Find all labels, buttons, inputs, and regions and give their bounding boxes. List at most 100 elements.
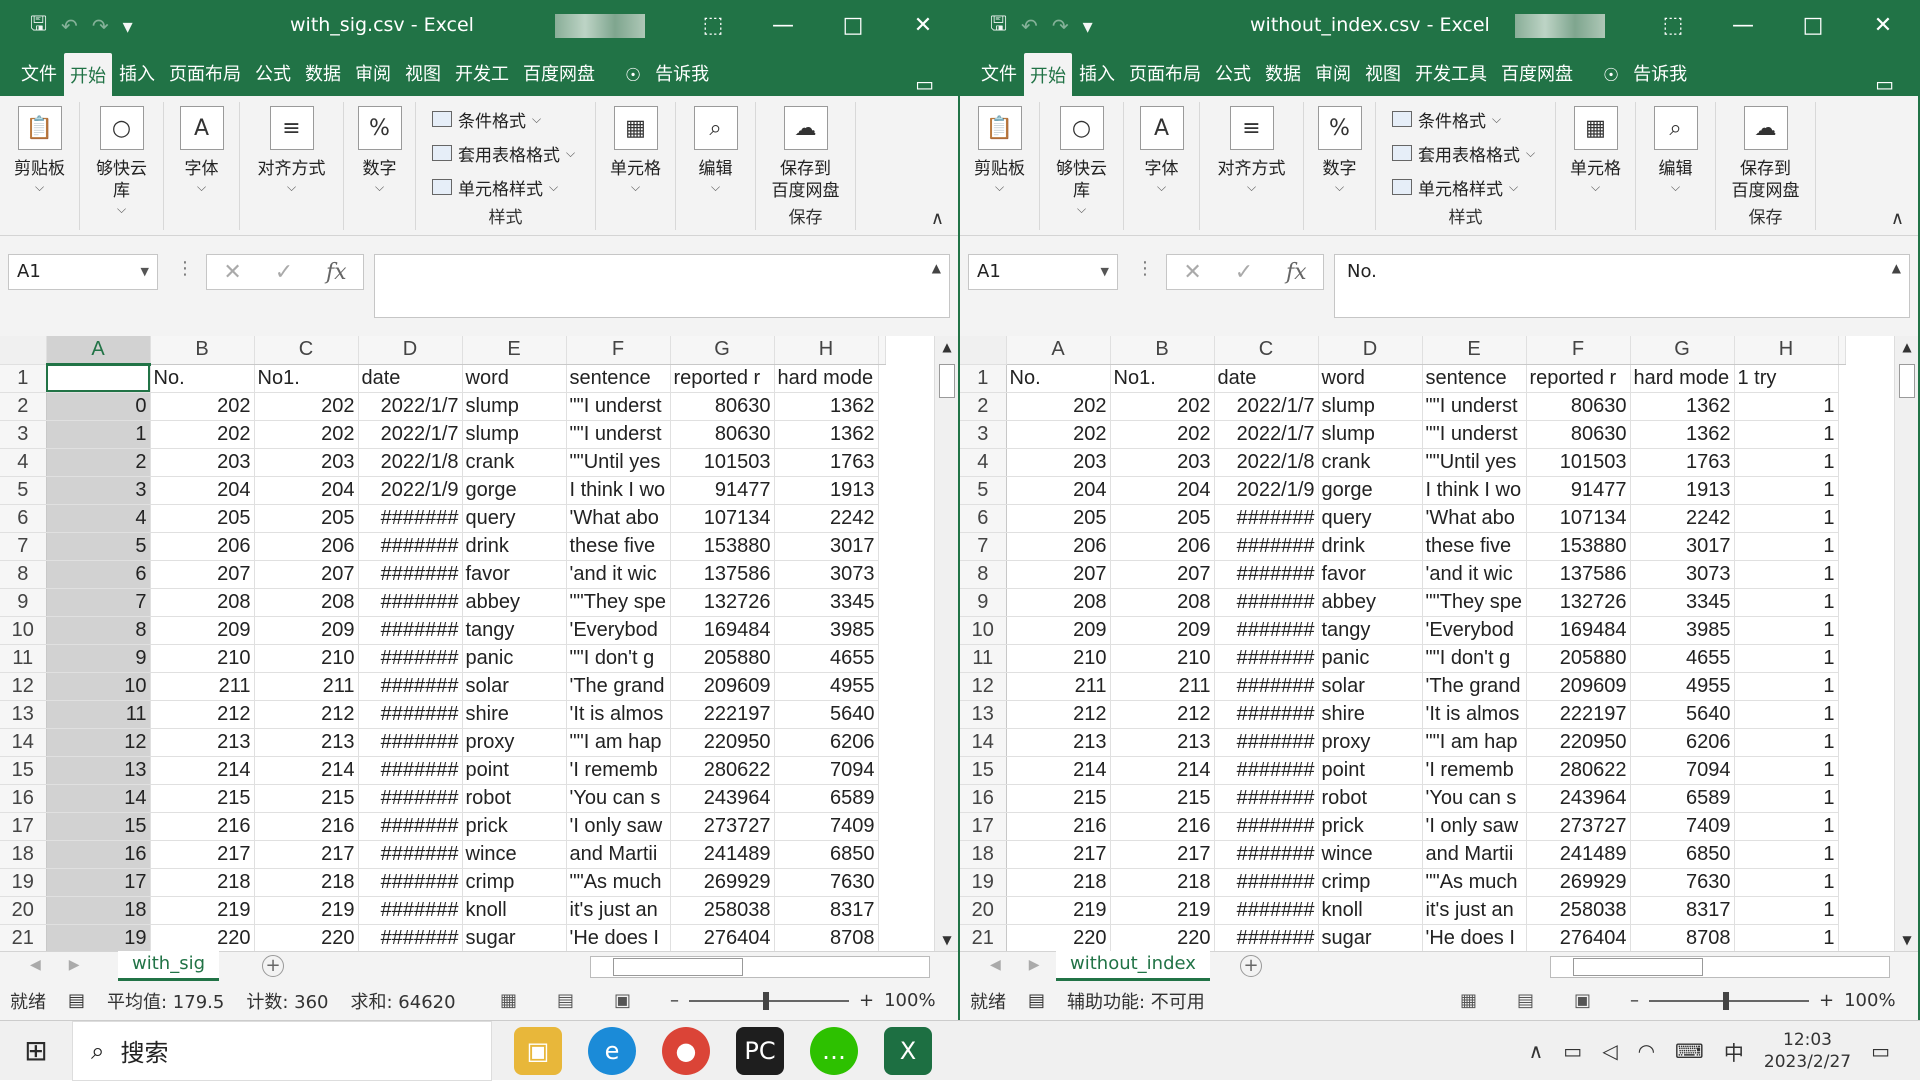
data-cell[interactable]: #######	[358, 784, 463, 813]
data-cell[interactable]: 1	[1734, 868, 1839, 897]
normal-view-icon[interactable]: ▦	[1460, 990, 1477, 1011]
editing[interactable]: ⌕ 编辑 ⌵	[676, 102, 756, 230]
index-cell[interactable]: 6	[46, 560, 151, 589]
tab-5[interactable]: 数据	[1258, 60, 1308, 96]
keyboard-icon[interactable]: ⌨	[1675, 1039, 1704, 1063]
index-cell[interactable]: 13	[46, 756, 151, 785]
row-header[interactable]: 6	[0, 504, 47, 533]
data-cell[interactable]: ""I underst	[1422, 392, 1527, 421]
data-cell[interactable]: I think I wo	[1422, 476, 1527, 505]
data-cell[interactable]: 222197	[670, 700, 775, 729]
data-cell[interactable]: 1	[1734, 924, 1839, 953]
data-cell[interactable]: #######	[1214, 756, 1319, 785]
alignment[interactable]: ≡ 对齐方式 ⌵	[1200, 102, 1304, 230]
data-cell[interactable]: 203	[150, 448, 255, 477]
clipboard[interactable]: 📋 剪贴板 ⌵	[0, 102, 80, 230]
data-cell[interactable]: 153880	[1526, 532, 1631, 561]
ime-indicator[interactable]: 中	[1724, 1037, 1744, 1066]
row-header[interactable]: 20	[0, 896, 47, 925]
data-cell[interactable]: 212	[254, 700, 359, 729]
data-cell[interactable]: 209	[1006, 616, 1111, 645]
data-cell[interactable]: 1	[1734, 812, 1839, 841]
data-cell[interactable]: #######	[358, 868, 463, 897]
header-cell[interactable]: No1.	[254, 364, 359, 393]
column-header-I[interactable]	[1838, 336, 1846, 365]
data-cell[interactable]: 217	[1110, 840, 1215, 869]
data-cell[interactable]: 217	[150, 840, 255, 869]
confirm-icon[interactable]: ✓	[1235, 260, 1253, 285]
zoom-in-icon[interactable]: +	[859, 990, 874, 1011]
row-header[interactable]: 6	[960, 504, 1007, 533]
name-box[interactable]: A1 ▼	[8, 254, 158, 290]
data-cell[interactable]: 1	[1734, 392, 1839, 421]
data-cell[interactable]: 6589	[774, 784, 879, 813]
cancel-icon[interactable]: ✕	[223, 260, 241, 285]
header-cell[interactable]: No.	[1006, 364, 1111, 393]
data-cell[interactable]: 7094	[1630, 756, 1735, 785]
vertical-scrollbar[interactable]: ▲ ▼	[1894, 336, 1918, 951]
data-cell[interactable]: 217	[254, 840, 359, 869]
data-cell[interactable]: 205880	[1526, 644, 1631, 673]
data-cell[interactable]: 'Everybod	[566, 616, 671, 645]
data-cell[interactable]: 8708	[1630, 924, 1735, 953]
data-cell[interactable]: 218	[1110, 868, 1215, 897]
data-cell[interactable]: ""Until yes	[566, 448, 671, 477]
column-header-G[interactable]: G	[1630, 336, 1735, 365]
data-cell[interactable]: 208	[1006, 588, 1111, 617]
data-cell[interactable]: 241489	[670, 840, 775, 869]
data-cell[interactable]: 205	[150, 504, 255, 533]
header-cell[interactable]: No.	[150, 364, 255, 393]
zoom-thumb[interactable]	[763, 991, 769, 1010]
data-cell[interactable]: 215	[150, 784, 255, 813]
column-header-G[interactable]: G	[670, 336, 775, 365]
data-cell[interactable]: 273727	[670, 812, 775, 841]
data-cell[interactable]: 204	[254, 476, 359, 505]
data-cell[interactable]: 1362	[774, 420, 879, 449]
row-header[interactable]: 17	[960, 812, 1007, 841]
row-header[interactable]: 16	[960, 784, 1007, 813]
data-cell[interactable]: tangy	[1318, 616, 1423, 645]
data-cell[interactable]: 214	[150, 756, 255, 785]
row-header[interactable]: 1	[960, 364, 1007, 393]
row-header[interactable]: 7	[960, 532, 1007, 561]
scroll-down-icon[interactable]: ▼	[1895, 933, 1918, 947]
header-cell[interactable]: word	[1318, 364, 1423, 393]
data-cell[interactable]: 202	[1110, 392, 1215, 421]
data-cell[interactable]: 'What abo	[1422, 504, 1527, 533]
index-cell[interactable]: 4	[46, 504, 151, 533]
row-header[interactable]: 20	[960, 896, 1007, 925]
data-cell[interactable]: 7409	[774, 812, 879, 841]
page-break-icon[interactable]: ▣	[1574, 990, 1591, 1011]
data-cell[interactable]: 1	[1734, 476, 1839, 505]
data-cell[interactable]: #######	[358, 756, 463, 785]
clipboard[interactable]: 📋 剪贴板 ⌵	[960, 102, 1040, 230]
data-cell[interactable]: 204	[150, 476, 255, 505]
data-cell[interactable]: 80630	[670, 420, 775, 449]
zoom-in-icon[interactable]: +	[1819, 990, 1834, 1011]
data-cell[interactable]: 1	[1734, 448, 1839, 477]
data-cell[interactable]: ""I don't g	[1422, 644, 1527, 673]
sheet-tab[interactable]: without_index	[1056, 951, 1210, 981]
data-cell[interactable]: 209609	[1526, 672, 1631, 701]
row-header[interactable]: 2	[960, 392, 1007, 421]
data-cell[interactable]: 'and it wic	[1422, 560, 1527, 589]
data-cell[interactable]: 212	[1006, 700, 1111, 729]
column-header-E[interactable]: E	[1422, 336, 1527, 365]
data-cell[interactable]: robot	[462, 784, 567, 813]
style-cellstyle-button[interactable]: 单元格样式 ⌵	[432, 170, 558, 204]
data-cell[interactable]: 219	[150, 896, 255, 925]
data-cell[interactable]: 'The grand	[566, 672, 671, 701]
header-cell[interactable]: reported r	[1526, 364, 1631, 393]
data-cell[interactable]: point	[462, 756, 567, 785]
data-cell[interactable]: solar	[462, 672, 567, 701]
tab-baidu[interactable]: 百度网盘	[1494, 60, 1580, 96]
data-cell[interactable]: 280622	[670, 756, 775, 785]
data-cell[interactable]: 203	[1110, 448, 1215, 477]
data-cell[interactable]: query	[462, 504, 567, 533]
data-cell[interactable]: 7409	[1630, 812, 1735, 841]
horizontal-scrollbar[interactable]	[590, 956, 930, 978]
zoom-level[interactable]: 100%	[884, 990, 935, 1011]
column-header-B[interactable]: B	[1110, 336, 1215, 365]
tab-6[interactable]: 审阅	[1308, 60, 1358, 96]
data-cell[interactable]: 6206	[774, 728, 879, 757]
